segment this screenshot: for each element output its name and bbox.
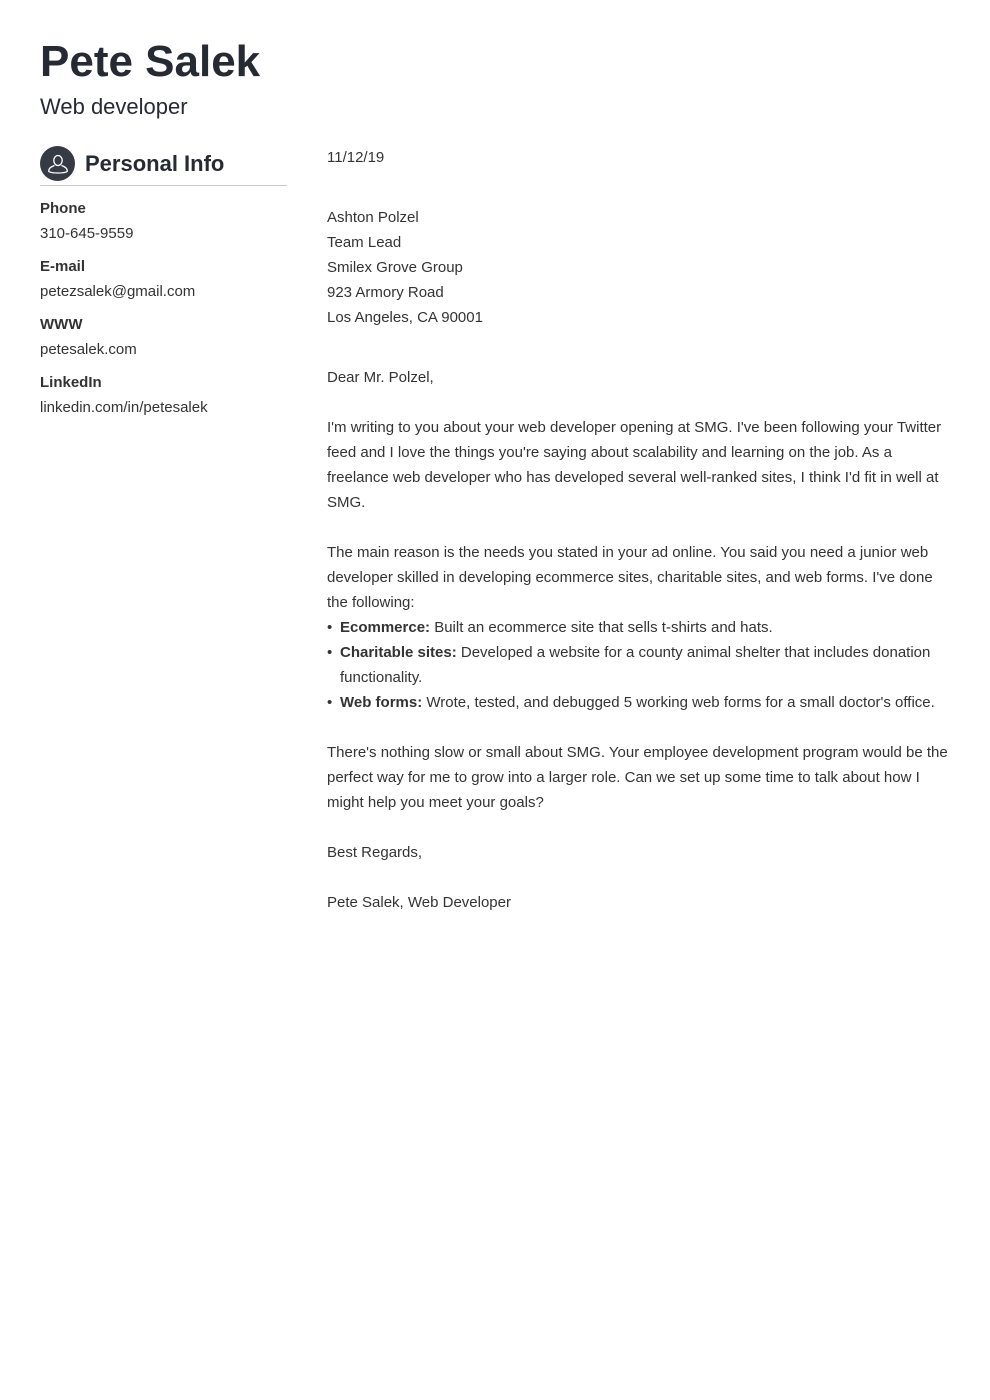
bullet-item: Web forms: Wrote, tested, and debugged 5… <box>327 690 952 715</box>
sidebar: Personal Info Phone 310-645-9559 E-mail … <box>40 146 287 431</box>
info-label: WWW <box>40 316 83 333</box>
paragraph: There's nothing slow or small about SMG.… <box>327 744 948 811</box>
contact-website: WWW petesalek.com <box>40 315 287 360</box>
bullet-text: Built an ecommerce site that sells t-shi… <box>430 619 773 636</box>
candidate-name: Pete Salek <box>40 37 261 86</box>
info-label: E-mail <box>40 258 86 275</box>
recipient-line: 923 Armory Road <box>327 284 444 301</box>
recipient-block: Ashton Polzel Team Lead Smilex Grove Gro… <box>327 205 952 330</box>
info-value: petesalek.com <box>40 341 137 358</box>
bullet-item: Charitable sites: Developed a website fo… <box>327 640 952 690</box>
contact-info-list: Phone 310-645-9559 E-mail petezsalek@gma… <box>40 199 287 418</box>
contact-phone: Phone 310-645-9559 <box>40 199 287 244</box>
recipient-line: Team Lead <box>327 234 402 251</box>
bullet-text: Wrote, tested, and debugged 5 working we… <box>422 694 935 711</box>
contact-email: E-mail petezsalek@gmail.com <box>40 257 287 302</box>
bullet-item: Ecommerce: Built an ecommerce site that … <box>327 615 952 640</box>
bullet-title: Charitable sites: <box>340 644 457 661</box>
cover-letter-body: 11/12/19 Ashton Polzel Team Lead Smilex … <box>327 145 952 915</box>
bullet-list: Ecommerce: Built an ecommerce site that … <box>327 615 952 715</box>
paragraph: The main reason is the needs you stated … <box>327 544 933 611</box>
section-title: Personal Info <box>85 150 225 176</box>
user-icon <box>40 146 75 181</box>
info-value: 310-645-9559 <box>40 225 134 242</box>
recipient-line: Ashton Polzel <box>327 209 419 226</box>
salutation: Dear Mr. Polzel, <box>327 369 434 386</box>
info-value: petezsalek@gmail.com <box>40 283 196 300</box>
recipient-line: Smilex Grove Group <box>327 259 463 276</box>
recipient-line: Los Angeles, CA 90001 <box>327 309 483 326</box>
letter-date: 11/12/19 <box>327 149 385 166</box>
paragraph: I'm writing to you about your web develo… <box>327 419 942 511</box>
candidate-title: Web developer <box>40 94 188 119</box>
bullet-title: Web forms: <box>340 694 423 711</box>
contact-linkedin: LinkedIn linkedin.com/in/petesalek <box>40 373 287 418</box>
closing: Best Regards, <box>327 844 423 861</box>
info-value: linkedin.com/in/petesalek <box>40 399 208 416</box>
info-label: LinkedIn <box>40 374 102 391</box>
personal-info-header: Personal Info <box>40 146 287 186</box>
info-label: Phone <box>40 200 86 217</box>
signature: Pete Salek, Web Developer <box>327 894 511 911</box>
bullet-title: Ecommerce: <box>340 619 431 636</box>
